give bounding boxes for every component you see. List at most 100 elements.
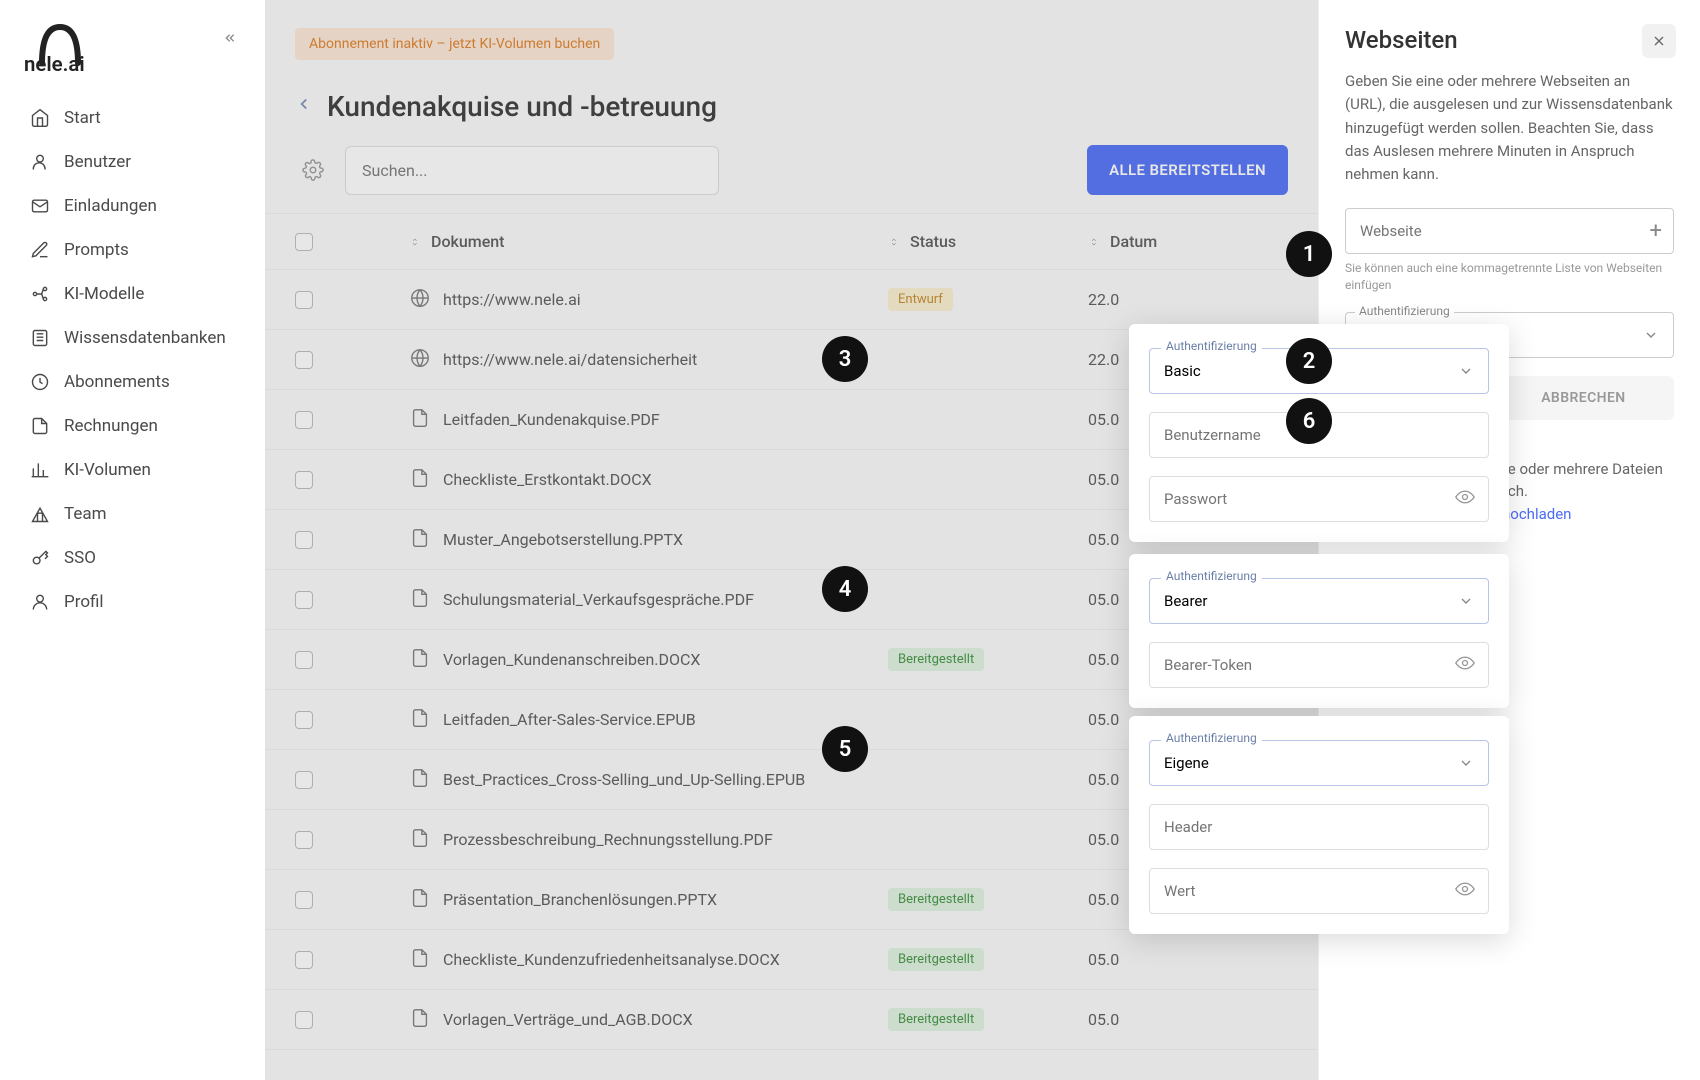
row-checkbox[interactable]	[295, 471, 313, 489]
row-checkbox[interactable]	[295, 891, 313, 909]
row-checkbox[interactable]	[295, 831, 313, 849]
sidebar-item-ki-volumen[interactable]: KI-Volumen	[18, 448, 247, 492]
sidebar-item-rechnungen[interactable]: Rechnungen	[18, 404, 247, 448]
row-checkbox[interactable]	[295, 651, 313, 669]
row-checkbox[interactable]	[295, 951, 313, 969]
sidebar-item-wissensdatenbanken[interactable]: Wissensdatenbanken	[18, 316, 247, 360]
sidebar-item-label: Wissensdatenbanken	[64, 328, 226, 348]
row-checkbox[interactable]	[295, 531, 313, 549]
sidebar-item-label: KI-Volumen	[64, 460, 151, 480]
row-checkbox[interactable]	[295, 351, 313, 369]
sidebar-item-sso[interactable]: SSO	[18, 536, 247, 580]
sidebar-item-profil[interactable]: Profil	[18, 580, 247, 624]
status-badge: Entwurf	[888, 288, 953, 311]
collapse-sidebar-icon[interactable]	[221, 30, 237, 50]
eye-icon[interactable]	[1455, 879, 1475, 903]
sidebar-item-label: Abonnements	[64, 372, 170, 392]
file-icon	[409, 827, 431, 853]
sidebar-item-prompts[interactable]: Prompts	[18, 228, 247, 272]
sidebar-item-label: Team	[64, 504, 107, 524]
auth-select[interactable]: Eigene	[1149, 740, 1489, 786]
col-document[interactable]: Dokument	[359, 232, 888, 251]
sidebar-item-ki-modelle[interactable]: KI-Modelle	[18, 272, 247, 316]
annotation-dot-6: 6	[1286, 398, 1332, 444]
document-name: Checkliste_Kundenzufriedenheitsanalyse.D…	[443, 950, 780, 969]
sidebar-item-start[interactable]: Start	[18, 96, 247, 140]
file-icon	[409, 887, 431, 913]
sidebar-item-abonnements[interactable]: Abonnements	[18, 360, 247, 404]
bearer-token-input[interactable]	[1149, 642, 1489, 688]
back-icon[interactable]	[295, 94, 313, 119]
file-icon	[409, 767, 431, 793]
row-checkbox[interactable]	[295, 411, 313, 429]
sidebar-item-label: Profil	[64, 592, 104, 612]
annotation-dot-1: 1	[1286, 231, 1332, 277]
file-icon	[409, 407, 431, 433]
auth-label: Authentifizierung	[1161, 731, 1262, 745]
settings-button[interactable]	[295, 152, 331, 188]
sidebar-item-team[interactable]: Team	[18, 492, 247, 536]
auth-label: Authentifizierung	[1161, 569, 1262, 583]
select-all-checkbox[interactable]	[295, 233, 313, 251]
provide-all-button[interactable]: ALLE BEREITSTELLEN	[1087, 145, 1288, 195]
website-input[interactable]	[1345, 208, 1674, 254]
password-input[interactable]	[1149, 476, 1489, 522]
document-name: https://www.nele.ai	[443, 290, 581, 309]
sidebar-item-label: Benutzer	[64, 152, 131, 172]
sidebar-item-label: Einladungen	[64, 196, 157, 216]
svg-text:nele.ai: nele.ai	[24, 52, 85, 72]
document-name: Präsentation_Branchenlösungen.PPTX	[443, 890, 717, 909]
eye-icon[interactable]	[1455, 653, 1475, 677]
file-icon	[409, 947, 431, 973]
close-button[interactable]	[1642, 24, 1676, 58]
file-icon	[409, 1007, 431, 1033]
table-row[interactable]: Vorlagen_Verträge_und_AGB.DOCX Bereitges…	[265, 990, 1318, 1050]
row-checkbox[interactable]	[295, 291, 313, 309]
table-row[interactable]: https://www.nele.ai Entwurf 22.0	[265, 270, 1318, 330]
row-checkbox[interactable]	[295, 1011, 313, 1029]
status-badge: Bereitgestellt	[888, 948, 984, 971]
cancel-button[interactable]: ABBRECHEN	[1493, 376, 1674, 420]
table-row[interactable]: Checkliste_Kundenzufriedenheitsanalyse.D…	[265, 930, 1318, 990]
annotation-dot-4: 4	[822, 566, 868, 612]
document-name: Muster_Angebotserstellung.PPTX	[443, 530, 683, 549]
value-input[interactable]	[1149, 868, 1489, 914]
row-checkbox[interactable]	[295, 771, 313, 789]
document-name: Leitfaden_Kundenakquise.PDF	[443, 410, 660, 429]
sidebar-item-einladungen[interactable]: Einladungen	[18, 184, 247, 228]
website-hint: Sie können auch eine kommagetrennte List…	[1345, 260, 1674, 294]
header-input[interactable]	[1149, 804, 1489, 850]
row-checkbox[interactable]	[295, 591, 313, 609]
col-status[interactable]: Status	[888, 232, 1088, 251]
status-badge: Bereitgestellt	[888, 648, 984, 671]
document-date: 05.0	[1088, 1010, 1288, 1029]
subscription-banner[interactable]: Abonnement inaktiv – jetzt KI-Volumen bu…	[295, 28, 614, 60]
annotation-dot-2: 2	[1286, 338, 1332, 384]
file-icon	[409, 707, 431, 733]
row-checkbox[interactable]	[295, 711, 313, 729]
add-website-icon[interactable]: +	[1650, 219, 1662, 244]
auth-popover-custom: Authentifizierung Eigene	[1129, 716, 1509, 934]
document-name: Vorlagen_Verträge_und_AGB.DOCX	[443, 1010, 693, 1029]
document-name: Schulungsmaterial_Verkaufsgespräche.PDF	[443, 590, 754, 609]
auth-select[interactable]: Bearer	[1149, 578, 1489, 624]
file-icon	[409, 647, 431, 673]
document-name: Leitfaden_After-Sales-Service.EPUB	[443, 710, 696, 729]
file-icon	[409, 467, 431, 493]
search-input[interactable]	[345, 146, 719, 195]
globe-icon	[409, 347, 431, 373]
sidebar-item-label: Rechnungen	[64, 416, 158, 436]
panel-title: Webseiten	[1345, 26, 1674, 54]
eye-icon[interactable]	[1455, 487, 1475, 511]
document-date: 22.0	[1088, 290, 1288, 309]
sidebar-item-label: KI-Modelle	[64, 284, 144, 304]
globe-icon	[409, 287, 431, 313]
sidebar-item-benutzer[interactable]: Benutzer	[18, 140, 247, 184]
sidebar: nele.ai Start Benutzer Einladungen Prompts K…	[0, 0, 265, 1080]
col-date[interactable]: Datum	[1088, 232, 1288, 251]
status-badge: Bereitgestellt	[888, 1008, 984, 1031]
sidebar-item-label: SSO	[64, 548, 96, 568]
sidebar-item-label: Prompts	[64, 240, 129, 260]
document-name: Checkliste_Erstkontakt.DOCX	[443, 470, 652, 489]
document-name: https://www.nele.ai/datensicherheit	[443, 350, 697, 369]
